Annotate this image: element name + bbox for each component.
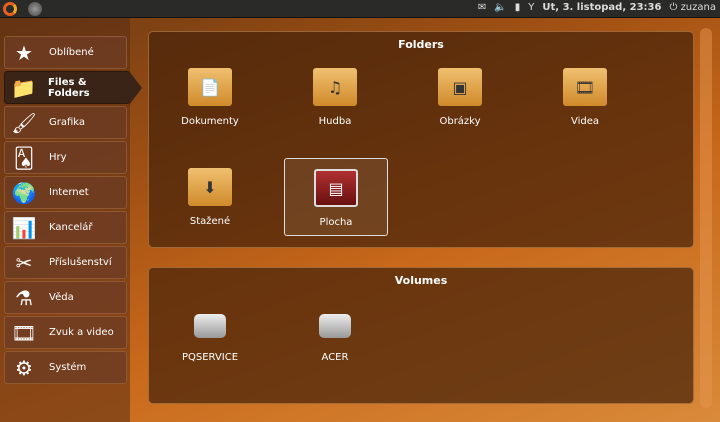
folder-icon: ▣ — [438, 68, 482, 106]
sidebar-item-label: Hry — [49, 152, 67, 163]
folder-label: Dokumenty — [181, 116, 239, 127]
folder-label: Hudba — [318, 116, 352, 127]
category-icon: ⚗ — [15, 285, 33, 310]
sidebar-item[interactable]: ⚗ Věda — [4, 281, 127, 314]
folder-icon: 📄 — [188, 68, 232, 106]
folder-item[interactable]: ▣ Obrázky — [408, 68, 512, 127]
sidebar-item-label: Kancelář — [49, 222, 93, 233]
folders-title: Folders — [398, 38, 444, 51]
mail-icon[interactable]: ✉ — [478, 2, 486, 13]
volumes-title: Volumes — [394, 274, 448, 287]
folder-item[interactable]: ♫ Hudba — [283, 68, 387, 127]
sidebar-item[interactable]: ★ Oblíbené — [4, 36, 127, 69]
sidebar-item-label: Files & Folders — [48, 76, 90, 99]
sidebar-item-label: Příslušenství — [49, 257, 112, 268]
folder-label: Videa — [570, 116, 600, 127]
sidebar-item[interactable]: 🂡 Hry — [4, 141, 127, 174]
category-icon: 📁 — [11, 75, 36, 100]
sidebar-item-label: Oblíbené — [49, 47, 94, 58]
folder-item[interactable]: ▤ Plocha — [284, 158, 388, 236]
folder-label: Obrázky — [439, 116, 481, 127]
battery-icon[interactable]: ▮ — [515, 2, 521, 13]
sidebar-item-label: Zvuk a video — [49, 327, 114, 338]
volume-item[interactable]: ACER — [283, 314, 387, 363]
sidebar-item-label: Věda — [49, 292, 74, 303]
top-panel: ✉ 🔈 ▮ Y Ut, 3. listopad, 23:36 ⏻ zuzana — [0, 0, 720, 18]
user-name: zuzana — [680, 2, 716, 13]
folder-icon: ♫ — [313, 68, 357, 106]
category-icon: 🂡 — [13, 145, 35, 170]
folder-icon: ⬇ — [188, 168, 232, 206]
app-icon[interactable] — [28, 2, 42, 16]
folder-label: Plocha — [319, 217, 353, 228]
drive-icon — [194, 314, 226, 338]
folder-label: Stažené — [189, 216, 231, 227]
volume-label: ACER — [321, 352, 349, 363]
category-icon: ✂ — [15, 250, 33, 275]
folder-item[interactable]: ⬇ Stažené — [158, 168, 262, 227]
drive-icon — [319, 314, 351, 338]
volume-icon[interactable]: 🔈 — [494, 2, 506, 13]
category-icon: 📊 — [11, 215, 37, 240]
category-icon: ⚙ — [15, 355, 33, 380]
category-icon: 🌍 — [11, 180, 37, 205]
volume-item[interactable]: PQSERVICE — [158, 314, 262, 363]
user-menu[interactable]: ⏻ zuzana — [669, 2, 716, 13]
sidebar-item-label: Systém — [49, 362, 87, 373]
sidebar-item[interactable]: 📊 Kancelář — [4, 211, 127, 244]
volume-label: PQSERVICE — [181, 352, 239, 363]
clock[interactable]: Ut, 3. listopad, 23:36 — [542, 2, 661, 13]
sidebar-item[interactable]: 📁 Files & Folders — [4, 71, 142, 105]
power-icon: ⏻ — [669, 2, 678, 13]
sidebar-item-label: Grafika — [49, 117, 86, 128]
category-icon: ★ — [15, 40, 33, 65]
folder-item[interactable]: 🎞 Videa — [533, 68, 637, 127]
ubuntu-logo-icon[interactable] — [3, 2, 17, 16]
sidebar-item-label: Internet — [49, 187, 89, 198]
sidebar-item[interactable]: 🎞 Zvuk a video — [4, 316, 127, 349]
sidebar-item[interactable]: ⚙ Systém — [4, 351, 127, 384]
sidebar-item[interactable]: ✂ Příslušenství — [4, 246, 127, 279]
folder-item[interactable]: 📄 Dokumenty — [158, 68, 262, 127]
category-icon: 🖌 — [11, 110, 37, 135]
scrollbar[interactable] — [700, 28, 712, 408]
folder-icon: ▤ — [314, 169, 358, 207]
sidebar-item[interactable]: 🖌 Grafika — [4, 106, 127, 139]
category-icon: 🎞 — [11, 320, 37, 345]
folder-icon: 🎞 — [563, 68, 607, 106]
network-icon[interactable]: Y — [528, 2, 534, 13]
sidebar-item[interactable]: 🌍 Internet — [4, 176, 127, 209]
